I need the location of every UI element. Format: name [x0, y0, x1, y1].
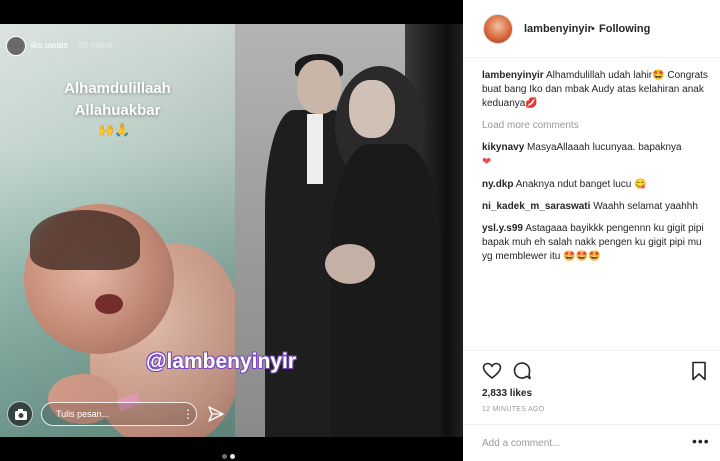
couple-photo [235, 24, 463, 437]
story-title: Alhamdulillaah Allahuakbar [0, 78, 235, 122]
comment-item: ni_kadek_m_saraswati Waahh selamat yaahh… [482, 200, 714, 214]
likes-count[interactable]: 2,833 likes [482, 388, 532, 399]
story-screenshot: iko.uwais 30 menit Alhamdulillaah Allahu… [0, 24, 235, 437]
man-head-shape [297, 60, 341, 114]
story-reply-placeholder: Tulis pesan... [56, 409, 110, 419]
story-title-line1: Alhamdulillaah [64, 80, 171, 97]
story-username: iko.uwais [31, 40, 69, 50]
load-more-comments-link[interactable]: Load more comments [482, 119, 714, 133]
story-reply-field: Tulis pesan... ⋮ [41, 402, 197, 426]
woman-dress-shape [331, 144, 441, 437]
post-sidebar: lambenyinyir • Following lambenyinyir Al… [463, 0, 720, 461]
lips-emoji: 💋 [525, 98, 538, 109]
carousel-dot[interactable] [222, 454, 227, 459]
comments-list: lambenyinyir Alhamdulillah udah lahir🤩 C… [482, 69, 714, 272]
camera-icon [7, 401, 33, 427]
author-avatar[interactable] [483, 14, 513, 44]
story-title-line2: Allahuakbar [74, 102, 161, 119]
comment-item: ny.dkp Anaknya ndut banget lucu 😋 [482, 178, 714, 192]
comment-item: kikynavy MasyaAllaaah lucunyaa. bapaknya… [482, 141, 714, 170]
kebab-icon: ⋮ [182, 407, 194, 421]
following-button[interactable]: Following [599, 23, 650, 35]
carousel-dots [222, 446, 238, 461]
story-time: 30 menit [78, 40, 113, 50]
header-separator: • [591, 23, 595, 35]
add-comment-bar: Add a comment... ••• [463, 424, 720, 461]
comment-username[interactable]: ysl.y.s99 [482, 223, 523, 234]
comment-text: Waahh selamat yaahhh [593, 201, 698, 212]
caption-text: Alhamdulillah udah lahir [545, 70, 653, 81]
woman-head-shape [349, 80, 395, 138]
post-header: lambenyinyir • Following [463, 0, 720, 58]
comment-text: Anaknya ndut banget lucu [515, 179, 632, 190]
praying-hands-emoji: 🙌🙏 [98, 122, 131, 137]
post-timestamp: 12 MINUTES AGO [482, 406, 545, 413]
comment-icon[interactable] [512, 361, 532, 381]
post-media[interactable]: iko.uwais 30 menit Alhamdulillaah Allahu… [0, 0, 463, 461]
media-top-bar [0, 0, 463, 24]
caption: lambenyinyir Alhamdulillah udah lahir🤩 C… [482, 69, 714, 111]
comment-text: MasyaAllaaah lucunyaa. bapaknya [527, 142, 682, 153]
comment-username[interactable]: kikynavy [482, 142, 524, 153]
comment-item: ysl.y.s99 Astagaaa bayikkk pengennn ku g… [482, 222, 714, 264]
watermark-text: @lambenyinyir [146, 350, 297, 373]
add-comment-input[interactable]: Add a comment... [482, 438, 560, 449]
star-eyes-emoji: 🤩🤩🤩 [563, 251, 601, 262]
heart-emoji: ❤ [482, 156, 492, 168]
caption-username[interactable]: lambenyinyir [482, 70, 544, 81]
heart-icon[interactable] [482, 361, 502, 381]
bookmark-icon[interactable] [690, 361, 708, 381]
carousel-dot-active[interactable] [230, 454, 235, 459]
comment-username[interactable]: ny.dkp [482, 179, 513, 190]
more-options-icon[interactable]: ••• [692, 433, 710, 449]
story-avatar [6, 36, 26, 56]
author-username[interactable]: lambenyinyir [524, 23, 592, 35]
comment-username[interactable]: ni_kadek_m_saraswati [482, 201, 590, 212]
caption-emoji: 🤩 [652, 70, 665, 81]
yum-emoji: 😋 [634, 179, 647, 190]
man-shirt-shape [307, 114, 323, 184]
send-icon [206, 404, 226, 424]
hands-on-belly-shape [325, 244, 375, 284]
